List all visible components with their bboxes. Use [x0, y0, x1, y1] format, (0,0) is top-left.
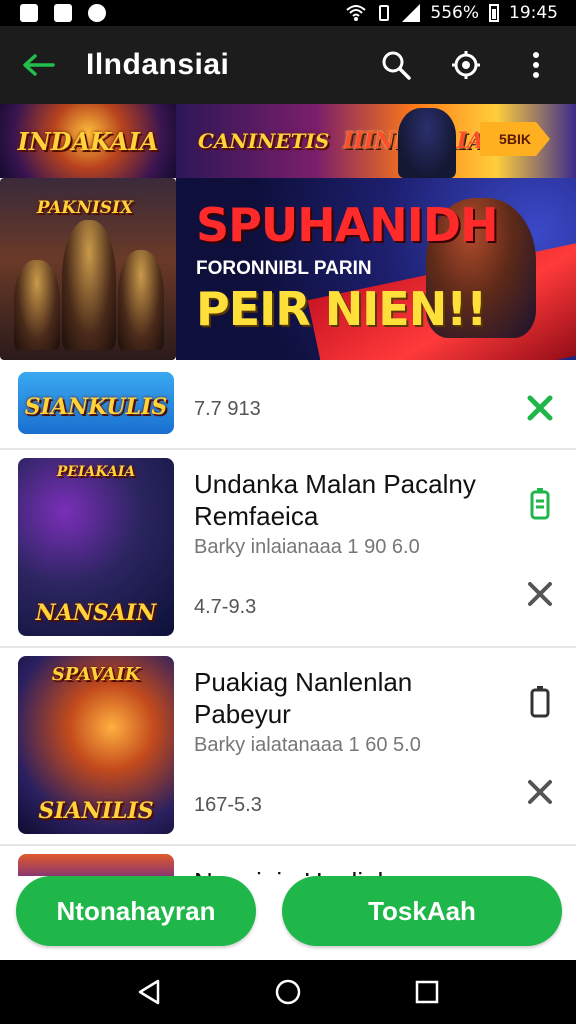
bottom-action-bar: Ntonahayran ToskAah	[0, 876, 576, 960]
banner-top-left-logo: INDAKAIA	[17, 126, 159, 156]
more-options-icon[interactable]	[518, 47, 554, 83]
close-icon[interactable]	[520, 574, 560, 614]
game-thumbnail: PEIAKAIA NANSAIN	[18, 458, 174, 636]
banner-top-hero-figure	[398, 108, 456, 178]
system-navigation-bar	[0, 960, 576, 1024]
image-notification-icon	[20, 4, 38, 22]
wifi-icon	[346, 5, 367, 21]
banner-tagline: PEIR NIEN!!	[196, 282, 487, 336]
app-title: Ilndansiai	[86, 48, 230, 81]
status-indicators: 556% 19:45	[346, 3, 576, 23]
item-title: Undanka Malan Pacalny Remfaeica	[194, 469, 476, 531]
item-meta: 167-5.3	[194, 794, 262, 816]
list-item[interactable]: SIANKULIS 7.7 913	[0, 360, 576, 450]
install-wrench-icon[interactable]	[520, 388, 560, 428]
promo-banner-top[interactable]: INDAKAIA CANINETIS IIINKSIAIA 5BIK	[0, 104, 576, 178]
banner-figure	[14, 260, 60, 350]
app-notification-icon	[54, 4, 72, 22]
battery-percent: 556%	[430, 3, 479, 23]
game-thumbnail: SIANKULIS	[18, 372, 174, 434]
nav-recents-icon[interactable]	[407, 972, 447, 1012]
vibrate-icon	[379, 5, 390, 21]
thumbnail-top-logo: PEIAKAIA	[56, 464, 136, 480]
battery-icon[interactable]	[520, 682, 560, 722]
promo-banner-main[interactable]: PAKNISIX SPUHANIDH FORONNIBL PARIN PEIR …	[0, 178, 576, 360]
item-subtitle: Barky inlaianaaa 1 90 6.0	[194, 536, 420, 558]
close-icon[interactable]	[520, 772, 560, 812]
banner-top-left-image[interactable]: INDAKAIA	[0, 104, 176, 178]
battery-icon	[489, 4, 499, 22]
thumbnail-logo: NANSAIN	[35, 600, 157, 626]
left-action-button[interactable]: Ntonahayran	[16, 876, 256, 946]
banner-figure	[62, 220, 116, 350]
banner-main-left-image[interactable]: PAKNISIX	[0, 178, 176, 360]
thumbnail-top-logo: SPAVAIK	[51, 664, 141, 685]
notification-icons	[0, 4, 106, 22]
banner-top-right-image[interactable]: CANINETIS IIINKSIAIA 5BIK	[176, 104, 576, 178]
banner-subline: FORONNIBL PARIN	[196, 258, 372, 279]
list-item[interactable]: SPAVAIK SIANILIS Puakiag Nanlenlan Pabey…	[0, 646, 576, 846]
banner-top-title-1: CANINETIS	[198, 129, 330, 153]
back-arrow-icon[interactable]	[8, 26, 68, 104]
nav-home-icon[interactable]	[268, 972, 308, 1012]
app-bar: Ilndansiai	[0, 26, 576, 104]
sync-notification-icon	[88, 4, 106, 22]
battery-icon[interactable]	[520, 484, 560, 524]
signal-icon	[402, 4, 421, 22]
app-actions	[378, 47, 576, 83]
list-item[interactable]: PEIAKAIA NANSAIN Undanka Malan Pacalny R…	[0, 448, 576, 648]
banner-figure	[118, 250, 164, 350]
nav-back-icon[interactable]	[129, 972, 169, 1012]
item-meta: 4.7-9.3	[194, 596, 257, 618]
right-action-button[interactable]: ToskAah	[282, 876, 562, 946]
game-thumbnail: SPAVAIK SIANILIS	[18, 656, 174, 834]
status-bar: 556% 19:45	[0, 0, 576, 26]
clock: 19:45	[509, 3, 558, 23]
banner-headline: SPUHANIDH	[196, 198, 499, 252]
banner-top-badge[interactable]: 5BIK	[480, 122, 550, 156]
search-icon[interactable]	[378, 47, 414, 83]
item-meta: 7.7 913	[194, 398, 261, 420]
banner-main-right-image[interactable]: SPUHANIDH FORONNIBL PARIN PEIR NIEN!!	[176, 178, 576, 360]
item-subtitle: Barky ialatanaaa 1 60 5.0	[194, 734, 421, 756]
thumbnail-logo: SIANILIS	[38, 798, 154, 824]
thumbnail-logo: SIANKULIS	[24, 394, 168, 420]
settings-icon[interactable]	[448, 47, 484, 83]
item-title: Puakiag Nanlenlan Pabeyur	[194, 667, 413, 729]
